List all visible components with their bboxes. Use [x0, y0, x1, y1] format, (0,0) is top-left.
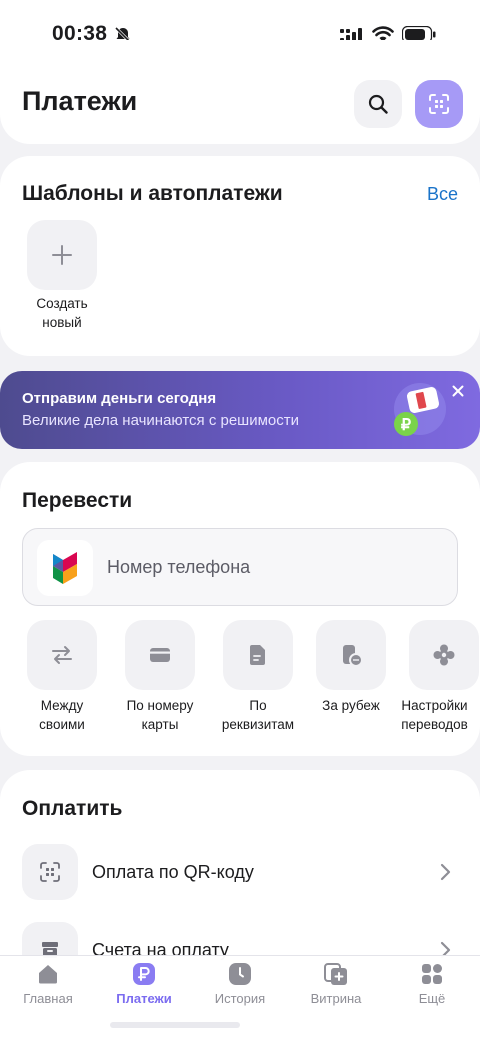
transfer-settings-button[interactable]	[409, 620, 479, 690]
transfer-between-own-label: Между своими	[39, 698, 85, 732]
tab-payments[interactable]: Платежи	[96, 956, 192, 1043]
tab-payments-label: Платежи	[116, 991, 172, 1006]
banner-close-button[interactable]	[448, 383, 468, 403]
gear-icon	[433, 644, 455, 666]
qr-scan-icon	[429, 94, 449, 114]
promo-banner[interactable]: Отправим деньги сегодня Великие дела нач…	[0, 371, 480, 449]
templates-all-link[interactable]: Все	[427, 184, 458, 205]
pay-row-qr-label: Оплата по QR-коду	[92, 862, 254, 882]
tab-more[interactable]: Ещё	[384, 956, 480, 1043]
document-icon	[250, 645, 265, 665]
page-title: Платежи	[22, 86, 138, 116]
home-indicator	[110, 1022, 240, 1028]
abroad-icon	[343, 645, 363, 667]
tab-more-label: Ещё	[418, 991, 446, 1006]
tab-home-label: Главная	[23, 991, 73, 1006]
phone-field-label: Номер телефона	[107, 557, 251, 577]
tab-history-label: История	[214, 991, 266, 1006]
tab-showcase[interactable]: Витрина	[288, 956, 384, 1043]
home-icon	[39, 965, 57, 984]
chevron-right-icon	[440, 863, 451, 881]
transfer-between-own-button[interactable]	[27, 620, 97, 690]
tab-home[interactable]: Главная	[0, 956, 96, 1043]
transfer-settings-label: Настройки переводов	[401, 698, 468, 732]
pay-title: Оплатить	[22, 797, 123, 820]
search-icon	[368, 94, 388, 114]
transfer-title: Перевести	[22, 489, 133, 512]
tab-showcase-label: Витрина	[310, 991, 362, 1006]
clock-icon	[229, 963, 251, 985]
qr-scan-button[interactable]	[415, 80, 463, 128]
grid-icon	[422, 964, 442, 984]
svg-text:₽: ₽	[401, 417, 411, 434]
bottom-tab-bar: Главная Платежи История Витрина Ещё	[0, 955, 480, 1043]
banner-title: Отправим деньги сегодня	[22, 390, 217, 407]
tab-history[interactable]: История	[192, 956, 288, 1043]
plus-icon	[52, 245, 72, 265]
qr-scan-row-icon	[22, 844, 78, 900]
close-icon	[452, 385, 464, 397]
transfer-by-card-button[interactable]	[125, 620, 195, 690]
ruble-icon	[133, 963, 155, 985]
money-transfer-illustration-icon: ₽	[394, 383, 446, 436]
templates-title: Шаблоны и автоплатежи	[22, 182, 283, 205]
create-template-button[interactable]	[27, 220, 97, 290]
swap-arrows-icon	[52, 646, 72, 664]
search-button[interactable]	[354, 80, 402, 128]
create-template-label: Создать новый	[36, 296, 88, 330]
phone-transfer-field[interactable]: Номер телефона	[22, 528, 458, 606]
transfer-by-card-label: По номеру карты	[126, 698, 194, 732]
card-icon	[150, 648, 170, 662]
transfer-abroad-button[interactable]	[316, 620, 386, 690]
sbp-logo-icon	[37, 540, 93, 596]
transfer-by-details-button[interactable]	[223, 620, 293, 690]
showcase-icon	[324, 963, 347, 985]
qr-scan-icon	[40, 862, 60, 882]
banner-subtitle: Великие дела начинаются с решимости	[22, 412, 299, 429]
